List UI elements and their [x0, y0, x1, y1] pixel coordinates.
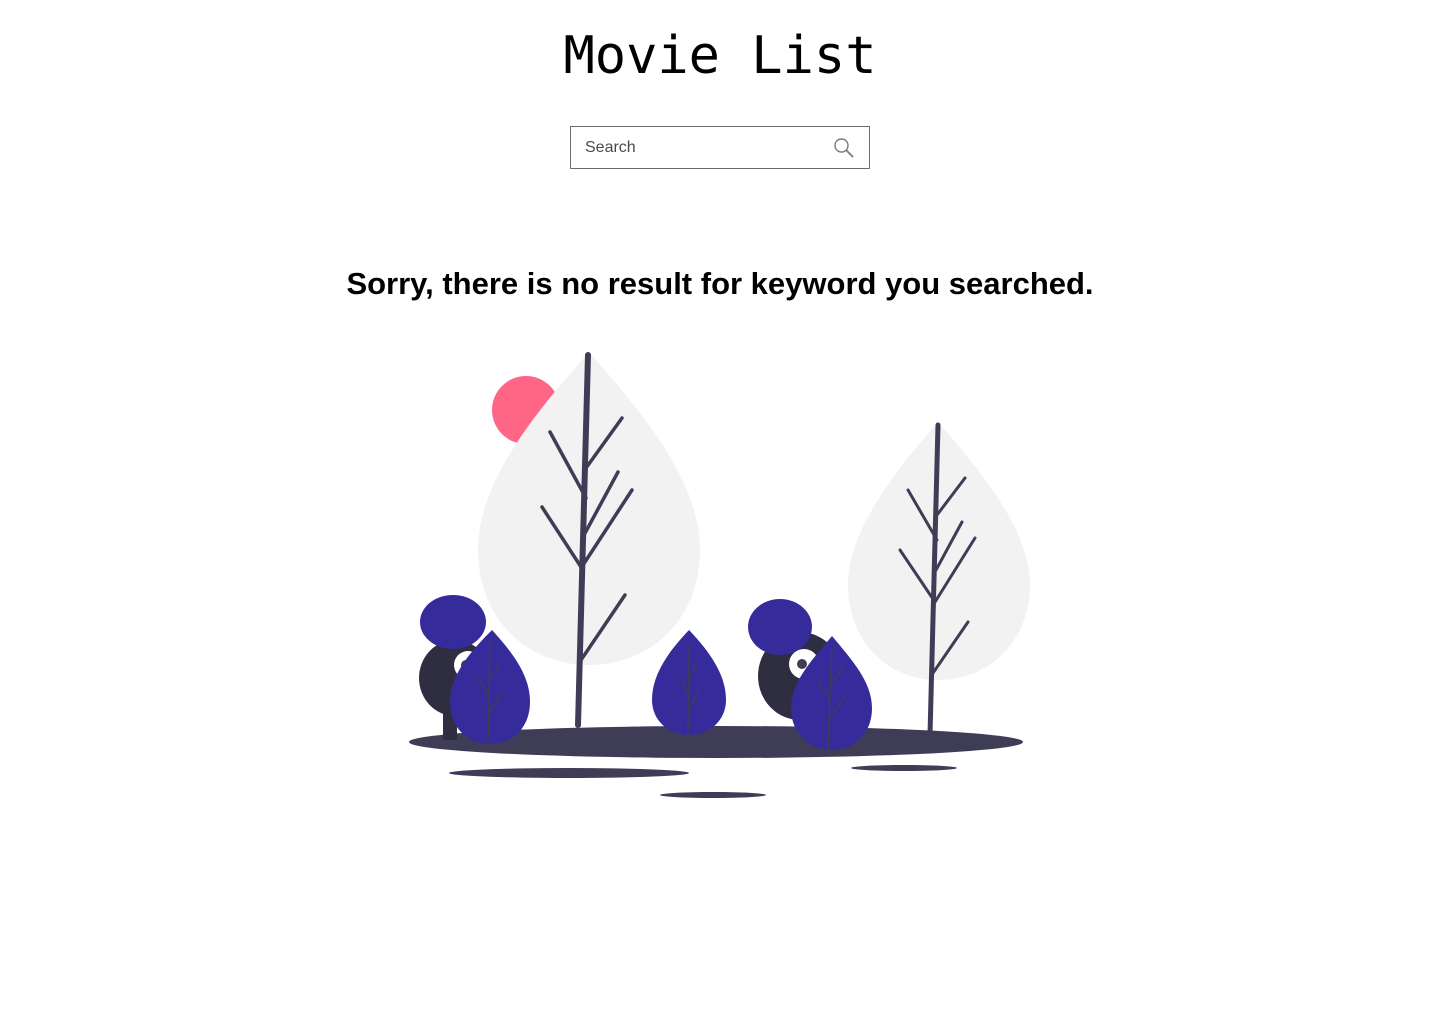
ground-shadow-right — [851, 765, 957, 771]
page-title: Movie List — [563, 26, 877, 86]
ground-shadow-bottom — [660, 792, 766, 798]
no-results-illustration — [400, 340, 1040, 810]
no-results-message: Sorry, there is no result for keyword yo… — [346, 266, 1094, 301]
search-icon[interactable] — [833, 137, 855, 159]
search-bar — [570, 126, 870, 169]
ground-shadow-left — [449, 768, 689, 778]
search-input[interactable] — [585, 127, 825, 168]
